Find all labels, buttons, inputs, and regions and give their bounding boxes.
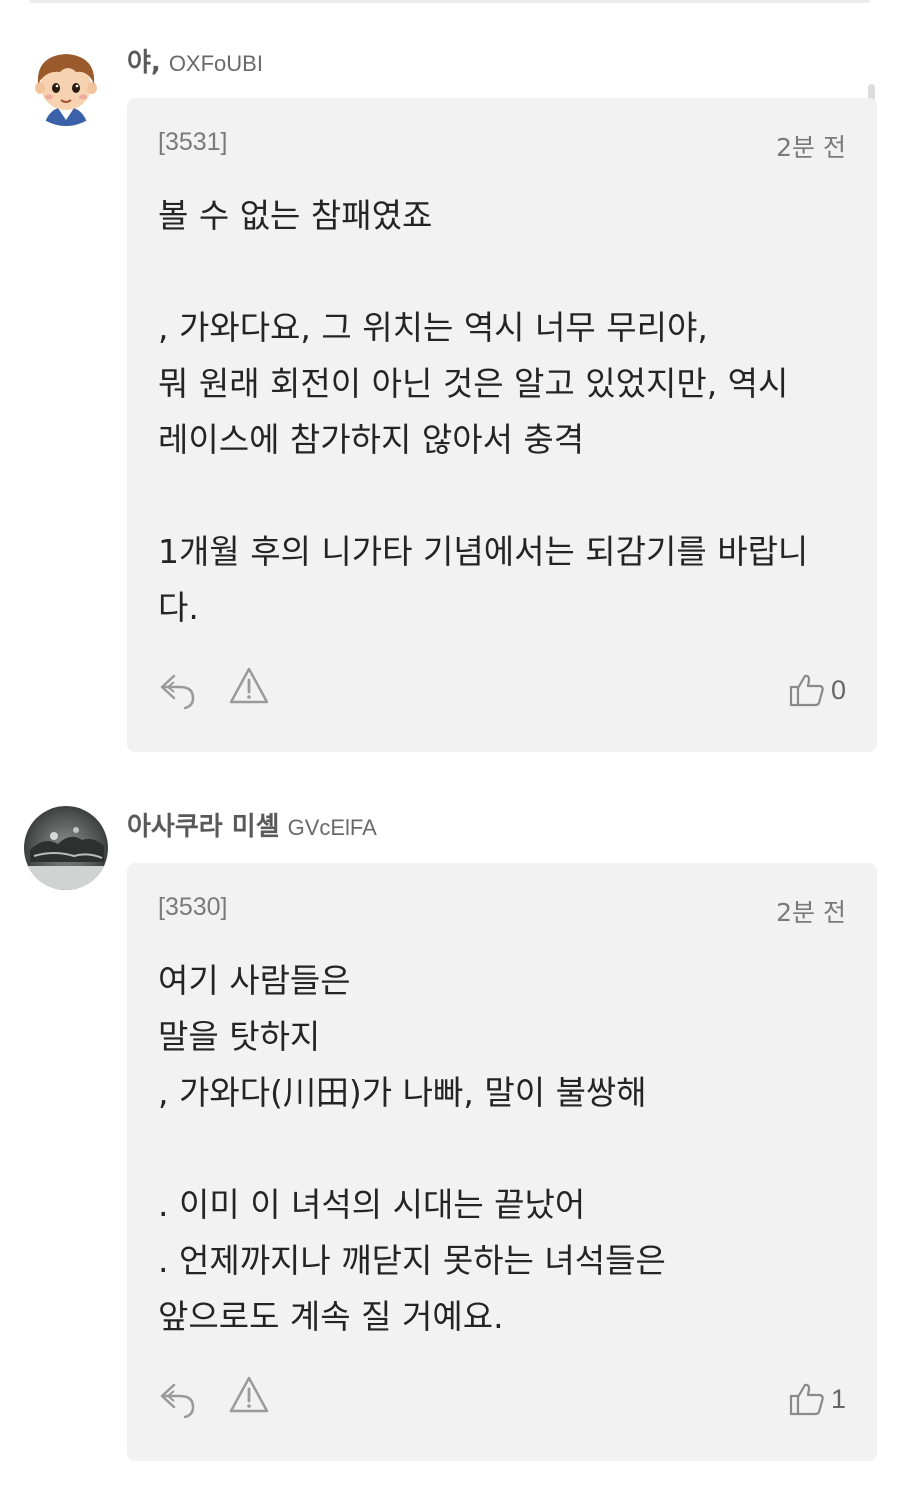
- author-line: 아사쿠라 미셸 GVcElFA: [127, 810, 377, 845]
- comment-item: 아사쿠라 미셸 GVcElFA [3530] 2분 전 여기 사람들은 말을 탓하…: [0, 0, 900, 1500]
- author-nickname[interactable]: 아사쿠라 미셸: [127, 812, 280, 842]
- thumbs-up-icon: [789, 1383, 824, 1416]
- comment-actions: 1: [158, 1375, 846, 1427]
- author-user-id: GVcElFA: [287, 815, 377, 840]
- post-number: [3530]: [158, 893, 228, 921]
- comment-header: [3530] 2분 전: [158, 893, 846, 929]
- reply-icon[interactable]: [158, 1377, 198, 1421]
- comment-body: 여기 사람들은 말을 탓하지 , 가와다(川田)가 나빠, 말이 불쌍해 . 이…: [158, 961, 666, 1336]
- comment-card: [3530] 2분 전 여기 사람들은 말을 탓하지 , 가와다(川田)가 나빠…: [127, 863, 877, 1461]
- avatar[interactable]: [24, 806, 108, 890]
- warning-triangle-icon[interactable]: [228, 1375, 270, 1415]
- timestamp: 2분 전: [776, 898, 846, 927]
- like-count: 1: [830, 1383, 846, 1414]
- avatar-photo: [24, 806, 108, 890]
- like-button[interactable]: 1: [789, 1377, 846, 1421]
